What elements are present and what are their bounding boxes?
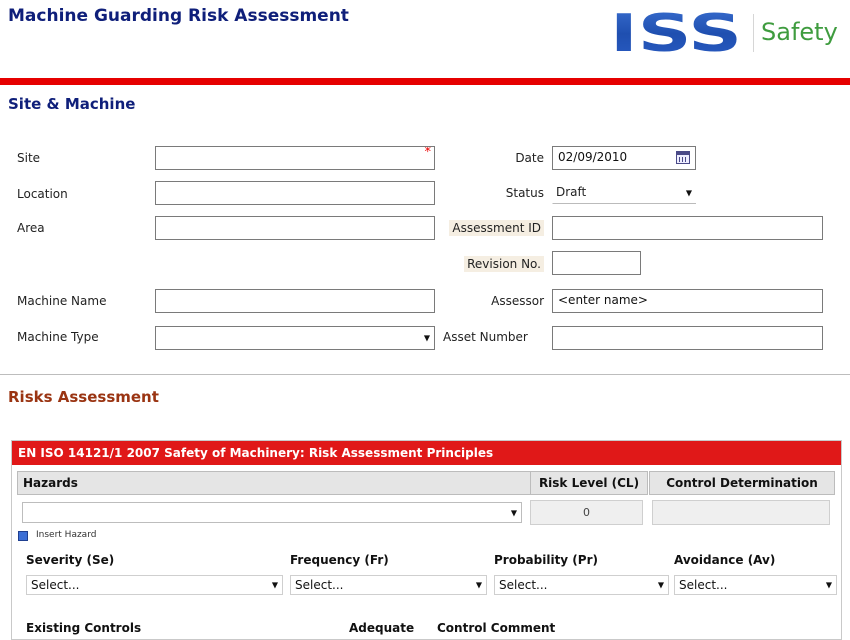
risk-level-value: 0 <box>530 500 643 525</box>
adequate-label: Adequate <box>349 621 415 635</box>
chevron-down-icon[interactable]: ▼ <box>658 581 664 590</box>
asset-number-input[interactable] <box>552 326 823 350</box>
calendar-icon[interactable] <box>676 151 690 164</box>
revision-no-input[interactable] <box>552 251 641 275</box>
status-label: Status <box>505 186 544 200</box>
chevron-down-icon[interactable]: ▼ <box>826 581 832 590</box>
assessment-id-label-wrap: Assessment ID <box>440 220 544 236</box>
chevron-down-icon[interactable]: ▼ <box>686 189 692 198</box>
frequency-label: Frequency (Fr) <box>290 553 389 567</box>
assessment-id-label: Assessment ID <box>449 220 544 236</box>
control-comment-label: Control Comment <box>437 621 556 635</box>
insert-hazard-link[interactable]: Insert Hazard <box>36 530 96 540</box>
avoidance-select[interactable]: Select... ▼ <box>674 575 837 595</box>
chevron-down-icon[interactable]: ▼ <box>476 581 482 590</box>
probability-select[interactable]: Select... ▼ <box>494 575 669 595</box>
machine-type-select[interactable]: ▼ <box>155 326 435 350</box>
logo-separator <box>753 14 754 52</box>
section-heading-risks-assessment: Risks Assessment <box>8 388 159 406</box>
chevron-down-icon[interactable]: ▼ <box>424 334 430 343</box>
required-marker: * <box>424 146 432 160</box>
assessor-input[interactable]: <enter name> <box>552 289 823 313</box>
chevron-down-icon[interactable]: ▼ <box>511 508 517 517</box>
severity-label: Severity (Se) <box>26 553 115 567</box>
asset-number-label: Asset Number <box>443 330 528 344</box>
avoidance-value: Select... <box>679 578 728 592</box>
page-title: Machine Guarding Risk Assessment <box>8 6 349 26</box>
probability-value: Select... <box>499 578 548 592</box>
revision-no-label-wrap: Revision No. <box>440 256 544 272</box>
severity-value: Select... <box>31 578 80 592</box>
date-value: 02/09/2010 <box>558 150 628 164</box>
date-label: Date <box>515 151 544 165</box>
assessment-id-input[interactable] <box>552 216 823 240</box>
location-input[interactable] <box>155 181 435 205</box>
severity-select[interactable]: Select... ▼ <box>26 575 283 595</box>
machine-name-input[interactable] <box>155 289 435 313</box>
chevron-down-icon[interactable]: ▼ <box>272 581 278 590</box>
machine-type-label: Machine Type <box>17 330 99 344</box>
avoidance-label: Avoidance (Av) <box>674 553 776 567</box>
insert-hazard-icon[interactable] <box>18 531 28 541</box>
column-header-risk-level: Risk Level (CL) <box>530 471 648 495</box>
frequency-select[interactable]: Select... ▼ <box>290 575 487 595</box>
date-field[interactable]: 02/09/2010 <box>552 146 696 170</box>
site-input[interactable]: * <box>155 146 435 170</box>
machine-name-label: Machine Name <box>17 294 107 308</box>
location-label: Location <box>17 187 68 201</box>
status-select[interactable]: Draft ▼ <box>552 183 696 204</box>
site-label: Site <box>17 151 41 165</box>
section-heading-site-machine: Site & Machine <box>8 95 136 113</box>
logo-product-text: Safety <box>761 18 838 46</box>
column-header-hazards: Hazards <box>17 471 534 495</box>
probability-label: Probability (Pr) <box>494 553 598 567</box>
hazard-select[interactable]: ▼ <box>22 502 522 523</box>
iss-logo: ISS <box>610 10 742 54</box>
assessor-label: Assessor <box>491 294 544 308</box>
control-determination-value <box>652 500 830 525</box>
section-divider <box>0 374 850 375</box>
frequency-value: Select... <box>295 578 344 592</box>
status-value: Draft <box>556 185 587 199</box>
logo-brand-text: ISS <box>610 10 742 54</box>
column-header-control-determination: Control Determination <box>649 471 835 495</box>
revision-no-label: Revision No. <box>464 256 544 272</box>
risk-assessment-panel: EN ISO 14121/1 2007 Safety of Machinery:… <box>11 440 842 640</box>
header-accent-bar <box>0 78 850 85</box>
area-label: Area <box>17 221 45 235</box>
panel-title: EN ISO 14121/1 2007 Safety of Machinery:… <box>12 441 841 465</box>
area-input[interactable] <box>155 216 435 240</box>
existing-controls-label: Existing Controls <box>26 621 142 635</box>
